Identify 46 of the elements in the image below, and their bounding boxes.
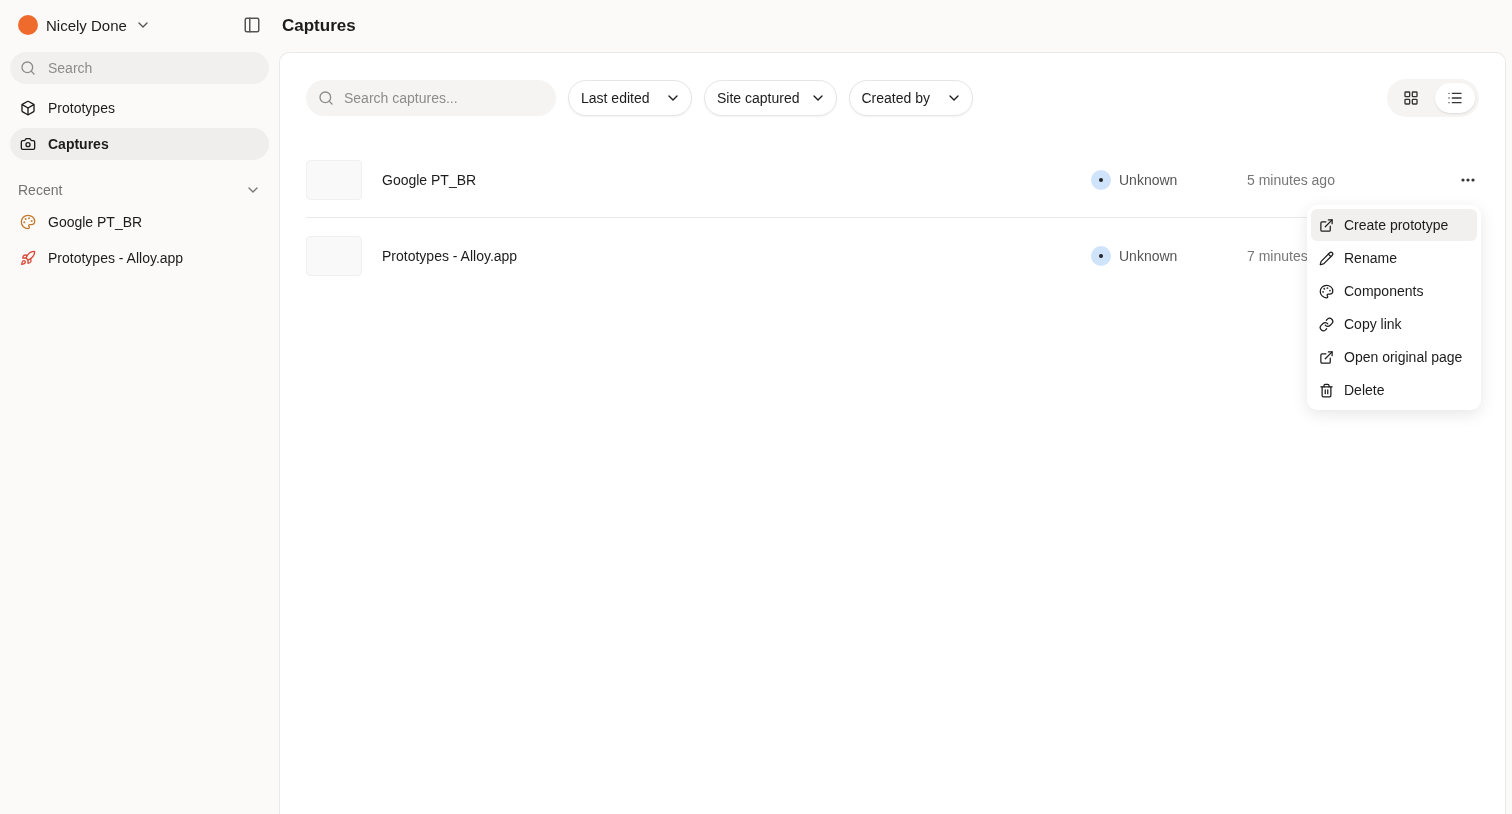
pencil-icon — [1319, 250, 1334, 266]
page-title: Captures — [281, 15, 357, 37]
link-icon — [1319, 316, 1334, 332]
menu-item[interactable]: Components — [1311, 275, 1477, 307]
more-icon — [1461, 178, 1475, 182]
trash-icon — [1319, 382, 1334, 398]
recent-item[interactable]: Prototypes - Alloy.app — [10, 242, 269, 274]
search-icon — [318, 90, 334, 106]
search-icon — [20, 60, 36, 76]
grid-icon — [1403, 90, 1419, 106]
menu-item[interactable]: Create prototype — [1311, 209, 1477, 241]
filter-dropdown[interactable]: Created by — [848, 80, 973, 116]
search-field[interactable]: Search — [46, 59, 259, 77]
capture-name[interactable]: Prototypes - Alloy.app — [382, 247, 1091, 264]
list-view-button[interactable] — [1435, 83, 1475, 113]
logo-icon — [18, 15, 38, 35]
sidebar-toggle-icon[interactable] — [243, 16, 261, 34]
capture-name[interactable]: Google PT_BR — [382, 172, 1091, 188]
recent-item[interactable]: Google PT_BR — [10, 206, 269, 238]
workspace-name[interactable]: Nicely Done — [46, 16, 127, 34]
camera-icon — [20, 136, 36, 152]
creator-name: Unknown — [1119, 247, 1179, 264]
menu-item[interactable]: Copy link — [1311, 308, 1477, 340]
list-icon — [1447, 90, 1463, 106]
avatar-icon — [1091, 170, 1111, 190]
time-ago: 7 minutes — [1247, 247, 1308, 264]
palette-icon — [1319, 283, 1334, 299]
avatar-icon — [1091, 245, 1111, 266]
rocket-icon — [20, 250, 36, 266]
external-icon — [1319, 217, 1334, 233]
palette-icon — [20, 214, 36, 230]
menu-item[interactable]: Rename — [1311, 242, 1477, 274]
external-icon — [1319, 349, 1334, 365]
time-ago: 5 minutes ago — [1247, 172, 1335, 188]
search-box[interactable]: Search captures... — [306, 80, 556, 116]
menu-item[interactable]: Delete — [1311, 374, 1477, 406]
filter-dropdown[interactable]: Last edited — [568, 80, 692, 116]
box-icon — [20, 100, 36, 116]
search-field[interactable]: Search captures... — [342, 89, 544, 107]
nav-item[interactable]: Captures — [10, 128, 269, 160]
search-box[interactable]: Search — [10, 52, 269, 84]
filter-dropdown[interactable]: Site captured — [704, 80, 837, 116]
menu-item[interactable]: Open original page — [1311, 341, 1477, 373]
creator-name: Unknown — [1119, 172, 1179, 188]
nav-item[interactable]: Prototypes — [10, 92, 269, 124]
section-title: Recent — [18, 182, 63, 198]
